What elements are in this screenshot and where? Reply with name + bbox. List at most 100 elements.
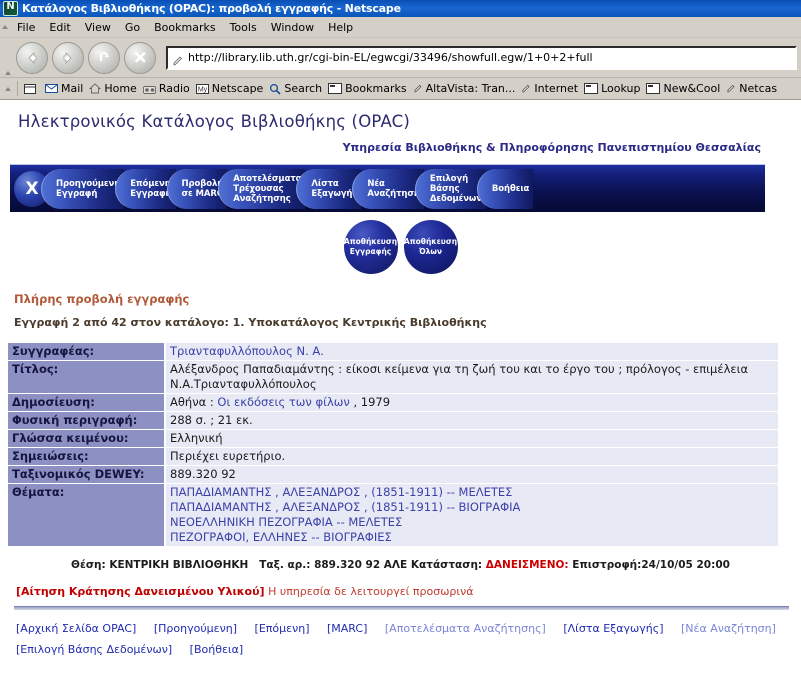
footer-link-opac-home[interactable]: [Αρχική Σελίδα OPAC] bbox=[16, 622, 136, 635]
bookmark-netcaster-label: Netcas bbox=[739, 82, 778, 95]
nav-previous-record-button[interactable]: Προηγούμενη Εγγραφή bbox=[41, 168, 125, 209]
forward-arrow-icon bbox=[63, 51, 72, 64]
table-row: Φυσική περιγραφή: 288 σ. ; 21 εκ. bbox=[8, 411, 778, 430]
author-link[interactable]: Τριανταφυλλόπουλος Ν. Α. bbox=[170, 344, 324, 358]
radio-icon bbox=[142, 84, 156, 94]
footer-link-select-database[interactable]: [Επιλογή Βάσης Δεδομένων] bbox=[16, 643, 172, 656]
search-icon bbox=[269, 83, 281, 95]
bookmark-search-label: Search bbox=[284, 82, 323, 95]
bookmark-netcaster[interactable]: Netcas bbox=[723, 81, 780, 96]
save-buttons-row: Αποθήκευση Εγγραφής Αποθήκευση Όλων bbox=[0, 220, 801, 274]
subject-link[interactable]: ΠΕΖΟΓΡΑΦΟΙ, ΕΛΛΗΝΕΣ -- ΒΙΟΓΡΑΦΙΕΣ bbox=[170, 530, 774, 545]
bookmark-altavista[interactable]: AltaVista: Tran... bbox=[410, 81, 519, 96]
footer-link-previous[interactable]: [Προηγούμενη] bbox=[154, 622, 237, 635]
holdings-due-label: Επιστροφή: bbox=[572, 559, 642, 571]
svg-text:My: My bbox=[198, 86, 208, 93]
toolbar-gripper[interactable] bbox=[2, 36, 14, 80]
subject-link[interactable]: ΝΕΟΕΛΛΗΝΙΚΗ ΠΕΖΟΓΡΑΦΙΑ -- ΜΕΛΕΤΕΣ bbox=[170, 515, 774, 530]
bookmark-search[interactable]: Search bbox=[266, 81, 325, 96]
nav-help-button[interactable]: Βοήθεια bbox=[476, 168, 534, 209]
menu-bar: File Edit View Go Bookmarks Tools Window… bbox=[0, 17, 801, 38]
bookmark-bookmarks[interactable]: Bookmarks bbox=[325, 81, 409, 96]
reserve-unavailable-note: Η υπηρεσία δε λειτουργεί προσωρινά bbox=[268, 585, 474, 598]
menu-item-file[interactable]: File bbox=[10, 19, 42, 36]
menu-item-edit[interactable]: Edit bbox=[42, 19, 77, 36]
reload-button[interactable] bbox=[88, 41, 120, 74]
record-table: Συγγραφέας: Τριανταφυλλόπουλος Ν. Α. Τίτ… bbox=[8, 343, 778, 547]
page-title: Ηλεκτρονικός Κατάλογος Βιβλιοθήκης (OPAC… bbox=[18, 112, 411, 131]
stop-button[interactable] bbox=[124, 41, 156, 74]
table-row: Ταξινομικός DEWEY: 889.320 92 bbox=[8, 465, 778, 484]
publisher-link[interactable]: Οι εκδόσεις των φίλων bbox=[217, 395, 349, 409]
bookmark-lookup[interactable]: Lookup bbox=[581, 81, 643, 96]
nav-new-search-button[interactable]: Νέα Αναζήτηση bbox=[352, 168, 424, 209]
row-value-notes: Περιέχει ευρετήριο. bbox=[164, 447, 778, 466]
subject-link[interactable]: ΠΑΠΑΔΙΑΜΑΝΤΗΣ , ΑΛΕΞΑΝΔΡΟΣ , (1851-1911)… bbox=[170, 500, 774, 515]
pen-icon bbox=[172, 52, 184, 65]
bookmark-home-label: Home bbox=[104, 82, 137, 95]
subject-link[interactable]: ΠΑΠΑΔΙΑΜΑΝΤΗΣ , ΑΛΕΞΑΝΔΡΟΣ , (1851-1911)… bbox=[170, 485, 774, 500]
footer-link-export-list[interactable]: [Λίστα Εξαγωγής] bbox=[563, 622, 663, 635]
table-row: Τίτλος: Αλέξανδρος Παπαδιαμάντης : είκοσ… bbox=[8, 360, 778, 394]
bookmark-window-button[interactable] bbox=[21, 83, 42, 95]
nav-select-database-label: Επιλογή Βάσης Δεδομένων bbox=[429, 173, 482, 204]
window-titlebar: Κατάλογος Βιβλιοθήκης (OPAC): προβολή εγ… bbox=[0, 0, 801, 17]
table-row: Σημειώσεις: Περιέχει ευρετήριο. bbox=[8, 447, 778, 466]
row-label-publication: Δημοσίευση: bbox=[8, 393, 166, 412]
bookmark-my-netscape-label: Netscape bbox=[211, 82, 264, 95]
holdings-callno-value: 889.320 92 ΑΛΕ bbox=[314, 559, 408, 571]
bookmark-home[interactable]: Home bbox=[86, 81, 139, 96]
bookmark-internet[interactable]: Internet bbox=[518, 81, 581, 96]
opac-navigation-bar: X Προηγούμενη Εγγραφή Επόμενη Εγγραφή Πρ… bbox=[10, 164, 765, 212]
menu-item-window[interactable]: Window bbox=[264, 19, 321, 36]
folder-icon bbox=[646, 83, 661, 94]
footer-link-marc[interactable]: [MARC] bbox=[327, 622, 367, 635]
bookmark-altavista-label: AltaVista: Tran... bbox=[425, 82, 516, 95]
menu-item-help[interactable]: Help bbox=[321, 19, 360, 36]
menu-item-tools[interactable]: Tools bbox=[223, 19, 264, 36]
nav-marc-view-label: Προβολή σε MARC bbox=[181, 178, 224, 199]
footer-link-search-results[interactable]: [Αποτελέσματα Αναζήτησης] bbox=[385, 622, 546, 635]
footer-link-new-search[interactable]: [Νέα Αναζήτηση] bbox=[681, 622, 776, 635]
nav-search-results-label: Αποτελέσματα Τρέχουσας Αναζήτησης bbox=[233, 173, 302, 204]
url-text: http://library.lib.uth.gr/cgi-bin-EL/egw… bbox=[188, 51, 593, 64]
bookmark-mail[interactable]: Mail bbox=[42, 81, 86, 96]
bookmark-radio[interactable]: Radio bbox=[140, 81, 193, 96]
row-value-title: Αλέξανδρος Παπαδιαμάντης : είκοσι κείμεν… bbox=[164, 360, 778, 394]
mail-icon bbox=[45, 84, 58, 93]
row-value-physical-description: 288 σ. ; 21 εκ. bbox=[164, 411, 778, 430]
netscape-logo-icon bbox=[3, 0, 18, 16]
save-all-button[interactable]: Αποθήκευση Όλων bbox=[403, 220, 458, 274]
menu-item-bookmarks[interactable]: Bookmarks bbox=[147, 19, 222, 36]
forward-button[interactable] bbox=[52, 41, 84, 74]
table-row: Δημοσίευση: Αθήνα : Οι εκδόσεις των φίλω… bbox=[8, 393, 778, 412]
holdings-status-label: Κατάσταση: bbox=[410, 559, 483, 571]
personal-toolbar-gripper[interactable] bbox=[2, 78, 14, 99]
menubar-gripper[interactable] bbox=[0, 17, 10, 37]
nav-new-search-label: Νέα Αναζήτηση bbox=[367, 178, 420, 199]
bookmark-newcool[interactable]: New&Cool bbox=[643, 81, 723, 96]
window-icon bbox=[24, 83, 36, 94]
bookmark-my-netscape[interactable]: My Netscape bbox=[193, 81, 267, 96]
menu-item-view[interactable]: View bbox=[78, 19, 118, 36]
nav-next-record-label: Επόμενη Εγγραφή bbox=[130, 178, 172, 199]
reload-icon bbox=[100, 51, 109, 61]
nav-search-results-button[interactable]: Αποτελέσματα Τρέχουσας Αναζήτησης bbox=[218, 168, 306, 209]
nav-help-label: Βοήθεια bbox=[491, 183, 530, 194]
footer-link-help[interactable]: [Βοήθεια] bbox=[190, 643, 243, 656]
url-bar[interactable]: http://library.lib.uth.gr/cgi-bin-EL/egw… bbox=[166, 45, 797, 70]
reserve-request-link[interactable]: [Αίτηση Κράτησης Δανεισμένου Υλικού] bbox=[16, 585, 265, 598]
home-icon bbox=[89, 83, 102, 94]
save-record-button[interactable]: Αποθήκευση Εγγραφής bbox=[343, 220, 398, 274]
row-value-subjects: ΠΑΠΑΔΙΑΜΑΝΤΗΣ , ΑΛΕΞΑΝΔΡΟΣ , (1851-1911)… bbox=[164, 483, 778, 547]
nav-previous-record-label: Προηγούμενη Εγγραφή bbox=[56, 178, 121, 199]
window-title: Κατάλογος Βιβλιοθήκης (OPAC): προβολή εγ… bbox=[22, 2, 401, 15]
footer-link-next[interactable]: [Επόμενη] bbox=[255, 622, 310, 635]
menu-item-go[interactable]: Go bbox=[118, 19, 147, 36]
back-button[interactable] bbox=[16, 41, 48, 74]
back-arrow-icon bbox=[28, 51, 37, 64]
my-netscape-icon: My bbox=[195, 83, 209, 94]
row-value-language: Ελληνική bbox=[164, 429, 778, 448]
bookmark-newcool-label: New&Cool bbox=[663, 82, 721, 95]
nav-select-database-button[interactable]: Επιλογή Βάσης Δεδομένων bbox=[414, 168, 486, 209]
